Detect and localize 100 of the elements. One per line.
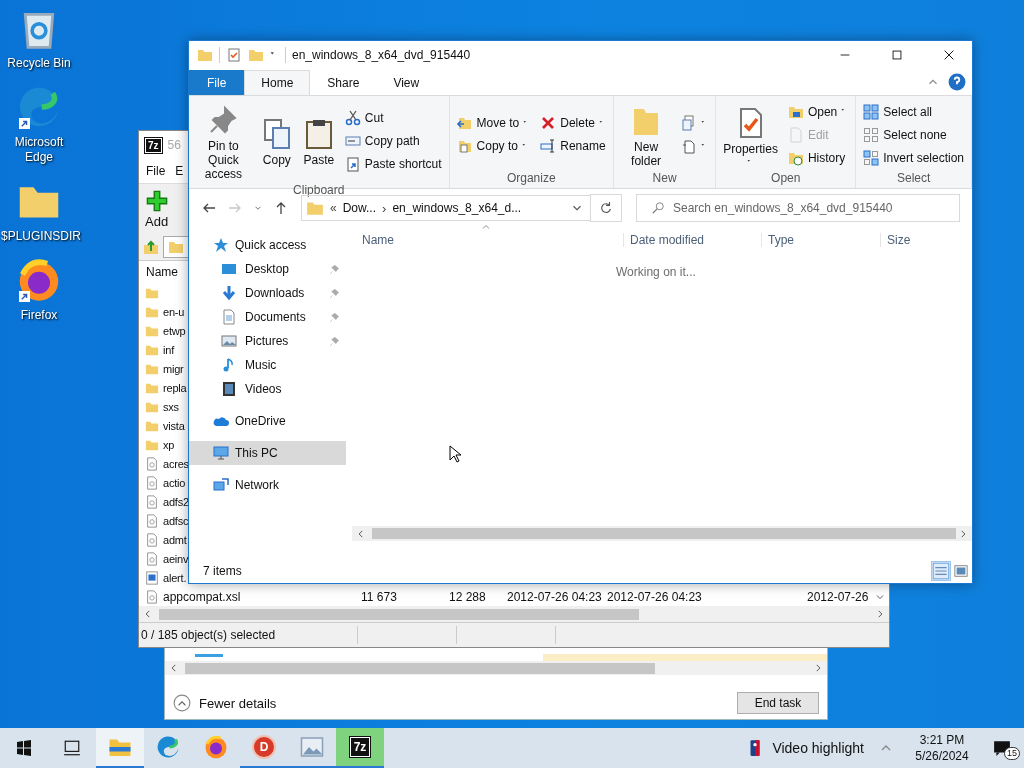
- file-name[interactable]: acres: [163, 457, 189, 470]
- overflow-chevron-icon[interactable]: «: [330, 201, 337, 215]
- file-icon: [145, 589, 159, 604]
- breadcrumb[interactable]: en_windows_8_x64_d...: [392, 201, 522, 215]
- file-name[interactable]: actio: [163, 476, 186, 489]
- ribbon-tab[interactable]: Share: [310, 70, 377, 95]
- nav-item[interactable]: Music: [189, 353, 346, 377]
- search-input[interactable]: Search en_windows_8_x64_dvd_915440: [673, 197, 959, 219]
- ribbon-button[interactable]: Copy to: [453, 135, 534, 157]
- ribbon-button[interactable]: Paste: [299, 116, 338, 169]
- ribbon-button[interactable]: Invert selection: [860, 147, 967, 168]
- column-header[interactable]: Name: [362, 233, 394, 247]
- nav-item[interactable]: This PC: [189, 441, 346, 465]
- end-task-button[interactable]: End task: [737, 692, 819, 714]
- table-cell: 11 673: [361, 589, 397, 604]
- file-name[interactable]: aeinv: [163, 552, 189, 565]
- toolbar-button[interactable]: Add: [145, 189, 169, 229]
- folder-icon: [168, 239, 184, 255]
- file-name[interactable]: vista: [163, 419, 185, 432]
- nav-item[interactable]: Desktop: [189, 257, 346, 281]
- file-name[interactable]: en-u: [163, 305, 185, 318]
- scroll-right-icon[interactable]: [875, 609, 885, 619]
- file-name[interactable]: admt: [163, 533, 187, 546]
- breadcrumb-separator-icon[interactable]: ›: [382, 200, 387, 216]
- ribbon-tab[interactable]: View: [376, 70, 437, 95]
- file-name[interactable]: alert.: [163, 571, 187, 584]
- address-bar[interactable]: « Dow... › en_windows_8_x64_d...: [301, 195, 591, 221]
- desktop-icon-label[interactable]: Firefox: [1, 308, 77, 323]
- desktop-icon[interactable]: [17, 85, 61, 129]
- scrollbar-thumb[interactable]: [159, 608, 639, 620]
- path-field[interactable]: [163, 236, 190, 258]
- column-header[interactable]: Name: [146, 265, 178, 279]
- column-header[interactable]: Type: [761, 233, 794, 247]
- nav-item[interactable]: Pictures: [189, 329, 346, 353]
- widget-text[interactable]: Video highlight: [772, 740, 864, 756]
- file-icon: [145, 475, 159, 490]
- ribbon-button[interactable]: Open: [784, 101, 852, 122]
- column-header[interactable]: Size: [880, 233, 911, 247]
- collapse-icon[interactable]: [173, 694, 191, 712]
- menu-item[interactable]: File: [146, 164, 166, 178]
- nav-item[interactable]: Videos: [189, 377, 346, 401]
- nav-item[interactable]: Downloads: [189, 281, 346, 305]
- nav-item[interactable]: Quick access: [189, 233, 346, 257]
- table-cell: 2012-07-26 04:23: [607, 589, 702, 604]
- taskbar-app-button[interactable]: [96, 728, 144, 768]
- ribbon-button[interactable]: Select all: [860, 101, 967, 122]
- help-icon[interactable]: [948, 73, 966, 91]
- ribbon-button[interactable]: New folder: [617, 103, 675, 170]
- scroll-left-icon[interactable]: [143, 609, 153, 619]
- ribbon-button[interactable]: Cut: [341, 107, 445, 128]
- folder-up-icon[interactable]: [143, 239, 159, 255]
- ribbon-button[interactable]: Rename: [537, 135, 609, 157]
- file-name[interactable]: migr: [163, 362, 184, 375]
- ribbon-button[interactable]: Paste shortcut: [341, 153, 445, 174]
- nav-item[interactable]: Documents: [189, 305, 346, 329]
- ribbon-button[interactable]: Copy: [257, 116, 296, 169]
- file-name[interactable]: repla: [163, 381, 187, 394]
- file-icon: [145, 570, 159, 585]
- fewer-details-link[interactable]: Fewer details: [199, 695, 277, 711]
- taskbar-app-button[interactable]: 7z: [336, 728, 384, 768]
- ribbon-button[interactable]: Delete: [537, 112, 609, 134]
- ribbon-button[interactable]: Select none: [860, 124, 967, 145]
- ribbon-button[interactable]: Pin to Quick access: [193, 102, 254, 183]
- search-icon: [651, 201, 665, 215]
- nav-item[interactable]: Network: [189, 473, 346, 497]
- column-header[interactable]: Date modified: [623, 233, 705, 247]
- desktop-icon-label[interactable]: Microsoft Edge: [9, 135, 69, 165]
- file-name[interactable]: adfs2: [163, 495, 189, 508]
- menu-item[interactable]: E: [175, 164, 184, 178]
- file-name[interactable]: xp: [163, 438, 175, 451]
- file-name[interactable]: inf: [163, 343, 175, 356]
- file-name[interactable]: etwp: [163, 324, 186, 337]
- details-view-icon[interactable]: [932, 562, 950, 580]
- file-name[interactable]: adfsc: [163, 514, 189, 527]
- file-name[interactable]: appcompat.xsl: [163, 589, 241, 604]
- nav-item[interactable]: OneDrive: [189, 409, 346, 433]
- search-field[interactable]: Search en_windows_8_x64_dvd_915440: [636, 194, 960, 222]
- ribbon-button[interactable]: Copy path: [341, 130, 445, 151]
- firefox-icon: [204, 735, 228, 759]
- ribbon-button[interactable]: History: [784, 147, 852, 168]
- scrollbar-thumb[interactable]: [185, 662, 655, 674]
- breadcrumb[interactable]: Dow...: [342, 201, 377, 215]
- scrollbar-thumb[interactable]: [372, 528, 956, 539]
- properties-icon[interactable]: [226, 47, 242, 63]
- file-name[interactable]: sxs: [163, 400, 179, 413]
- scroll-left-icon[interactable]: [356, 528, 366, 539]
- desktop-icon-label[interactable]: Recycle Bin: [1, 56, 77, 71]
- scroll-right-icon[interactable]: [813, 663, 823, 673]
- clock[interactable]: 3:21 PM 5/26/2024: [904, 732, 980, 764]
- taskbar-app-button[interactable]: D: [240, 728, 288, 768]
- large-icons-view-icon[interactable]: [954, 564, 968, 578]
- ribbon-button[interactable]: Properties: [720, 105, 781, 168]
- scroll-right-icon[interactable]: [958, 528, 968, 539]
- ribbon-tab[interactable]: File: [189, 70, 245, 95]
- ribbon-button[interactable]: Move to: [453, 112, 534, 134]
- refresh-button[interactable]: [590, 194, 622, 222]
- scroll-left-icon[interactable]: [169, 663, 179, 673]
- ribbon-tab[interactable]: Home: [244, 70, 311, 95]
- desktop-icon[interactable]: [17, 258, 61, 302]
- notifications-button[interactable]: 15: [980, 728, 1024, 768]
